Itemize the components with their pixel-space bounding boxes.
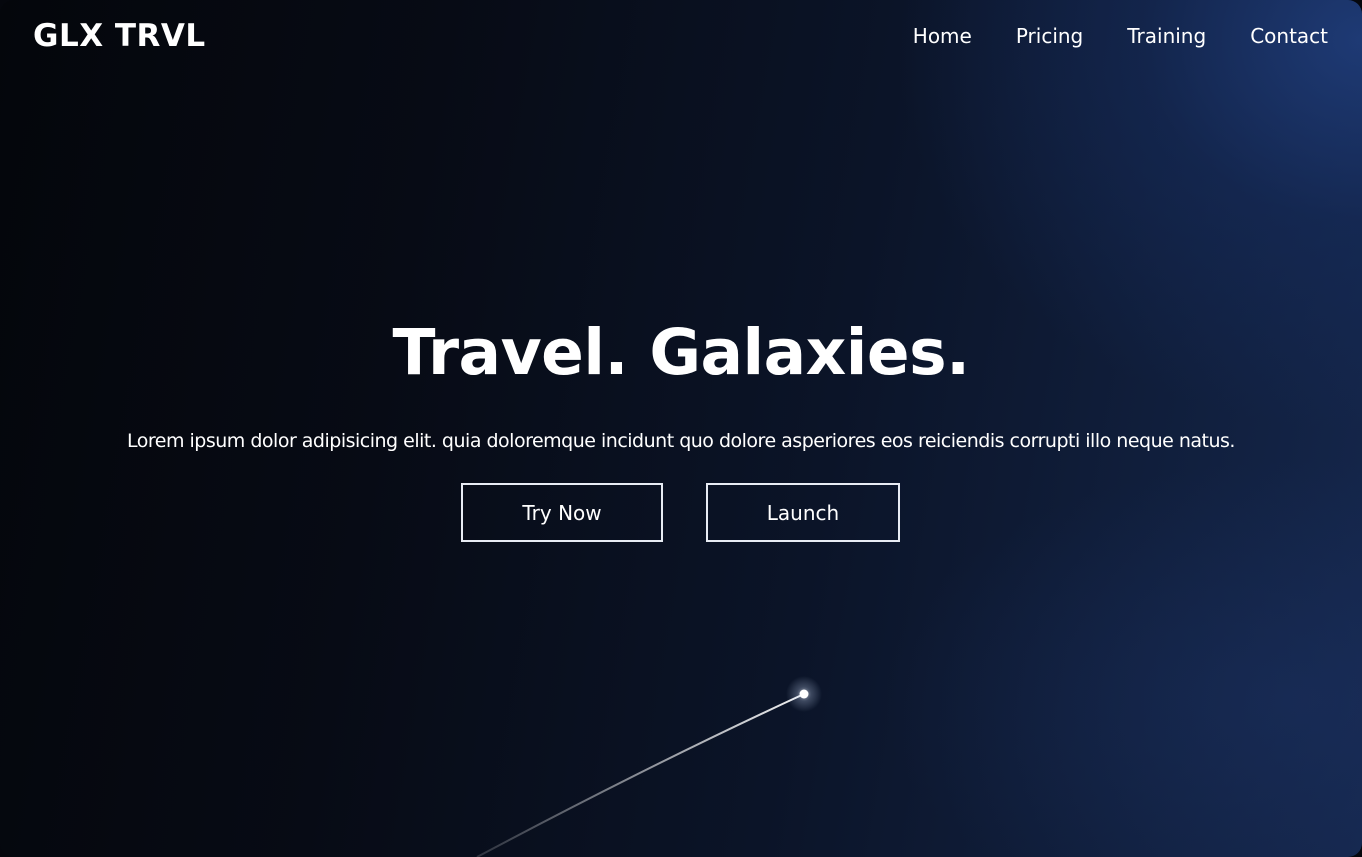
hero-title: Travel. Galaxies. [392,316,970,389]
try-now-button[interactable]: Try Now [461,483,663,542]
comet-glow [786,676,822,712]
navbar: GLX TRVL Home Pricing Training Contact [0,0,1362,72]
logo[interactable]: GLX TRVL [33,18,206,54]
nav-link-training[interactable]: Training [1127,24,1206,48]
comet-head [799,689,809,699]
hero-subtitle: Lorem ipsum dolor adipisicing elit. quia… [127,430,1235,452]
nav-links: Home Pricing Training Contact [913,24,1328,48]
comet-trail [476,693,805,857]
landing-page: GLX TRVL Home Pricing Training Contact T… [0,0,1362,857]
launch-button[interactable]: Launch [706,483,900,542]
nav-link-home[interactable]: Home [913,24,972,48]
nav-link-contact[interactable]: Contact [1250,24,1328,48]
nav-link-pricing[interactable]: Pricing [1016,24,1083,48]
